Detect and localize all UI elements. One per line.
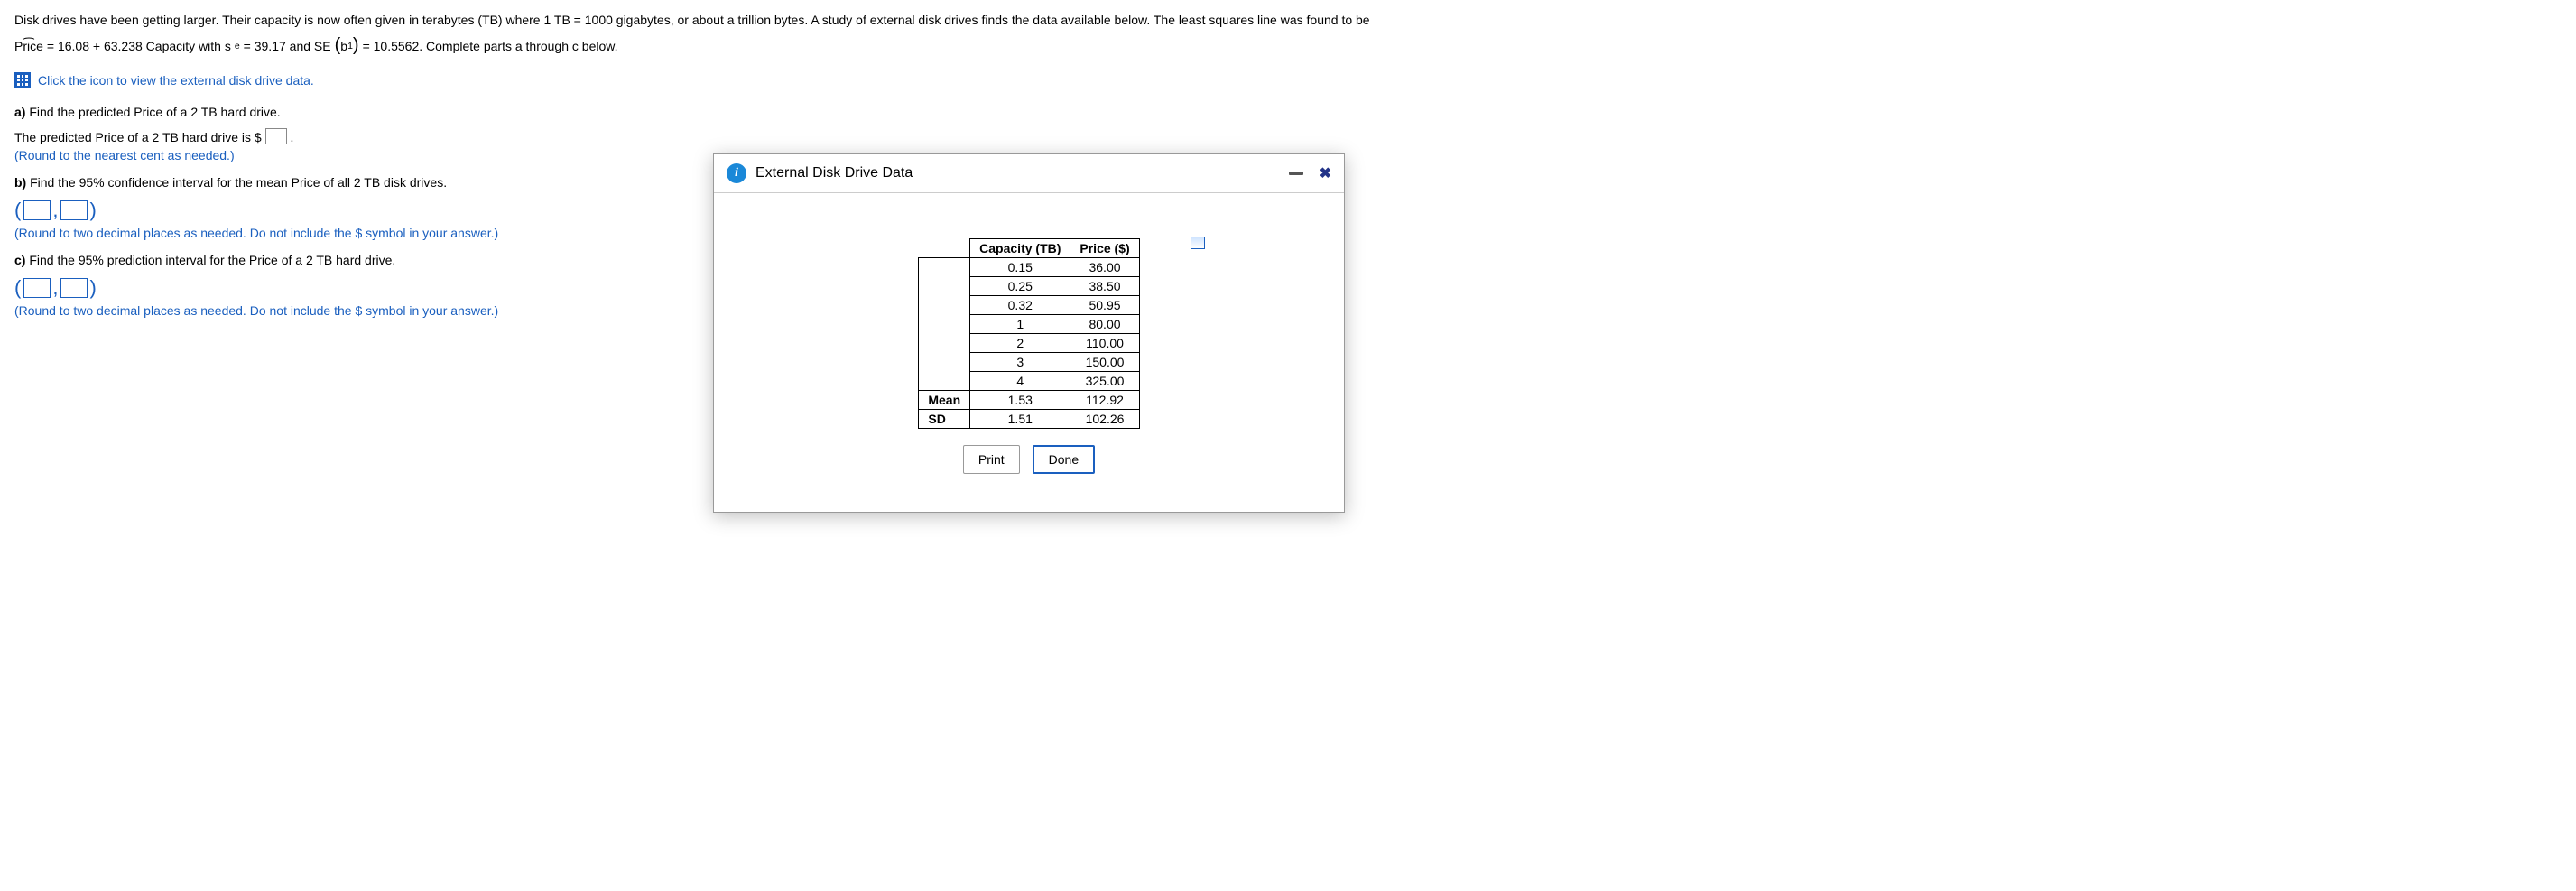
col-price: Price ($) bbox=[1070, 239, 1139, 258]
table-row: Mean1.53112.92 bbox=[919, 391, 1139, 410]
intro-text: Disk drives have been getting larger. Th… bbox=[14, 13, 1370, 27]
dialog-header: i External Disk Drive Data ✖ bbox=[714, 154, 1344, 192]
price-hat: Price bbox=[14, 39, 43, 53]
part-b-high-input[interactable] bbox=[60, 200, 88, 220]
eq-part-3: = 10.5562. Complete parts a through c be… bbox=[363, 39, 618, 53]
part-a-pre: The predicted Price of a 2 TB hard drive… bbox=[14, 130, 262, 144]
sub-e: e bbox=[235, 41, 240, 51]
print-button[interactable]: Print bbox=[963, 445, 1020, 474]
part-a-post: . bbox=[290, 130, 293, 144]
dialog-footer: Print Done bbox=[736, 429, 1322, 494]
table-icon bbox=[14, 72, 31, 88]
part-c-low-input[interactable] bbox=[23, 278, 51, 298]
regression-formula: Price = 16.08 + 63.238 Capacity with se … bbox=[14, 35, 2562, 56]
data-table: Capacity (TB) Price ($) 0.1536.00 0.2538… bbox=[918, 238, 1139, 429]
close-icon[interactable]: ✖ bbox=[1320, 164, 1331, 182]
data-link-text: Click the icon to view the external disk… bbox=[38, 73, 314, 88]
table-row: SD1.51102.26 bbox=[919, 410, 1139, 429]
problem-intro: Disk drives have been getting larger. Th… bbox=[14, 11, 2562, 30]
table-row: 0.1536.00 bbox=[919, 258, 1139, 277]
eq-part-1: = 16.08 + 63.238 Capacity with s bbox=[47, 39, 231, 53]
dialog-title: External Disk Drive Data bbox=[755, 165, 913, 181]
dialog-body: Capacity (TB) Price ($) 0.1536.00 0.2538… bbox=[714, 192, 1344, 512]
minimize-icon[interactable] bbox=[1289, 172, 1303, 175]
part-c-interval: (,) bbox=[14, 276, 97, 300]
part-b-interval: (,) bbox=[14, 199, 97, 222]
data-dialog: i External Disk Drive Data ✖ Capacity (T… bbox=[713, 153, 1345, 513]
part-a-title: a) Find the predicted Price of a 2 TB ha… bbox=[14, 105, 2562, 119]
col-capacity: Capacity (TB) bbox=[970, 239, 1070, 258]
eq-part-2: = 39.17 and SE bbox=[244, 39, 331, 53]
part-a-answer-row: The predicted Price of a 2 TB hard drive… bbox=[14, 130, 293, 144]
table-header-row: Capacity (TB) Price ($) bbox=[919, 239, 1139, 258]
copy-icon[interactable] bbox=[1191, 237, 1205, 249]
info-icon: i bbox=[727, 163, 746, 183]
done-button[interactable]: Done bbox=[1033, 445, 1095, 474]
part-c-high-input[interactable] bbox=[60, 278, 88, 298]
part-a-input[interactable] bbox=[265, 128, 287, 144]
se-b1: ( b1 ) bbox=[335, 35, 359, 56]
view-data-link[interactable]: Click the icon to view the external disk… bbox=[14, 72, 2562, 88]
part-b-low-input[interactable] bbox=[23, 200, 51, 220]
